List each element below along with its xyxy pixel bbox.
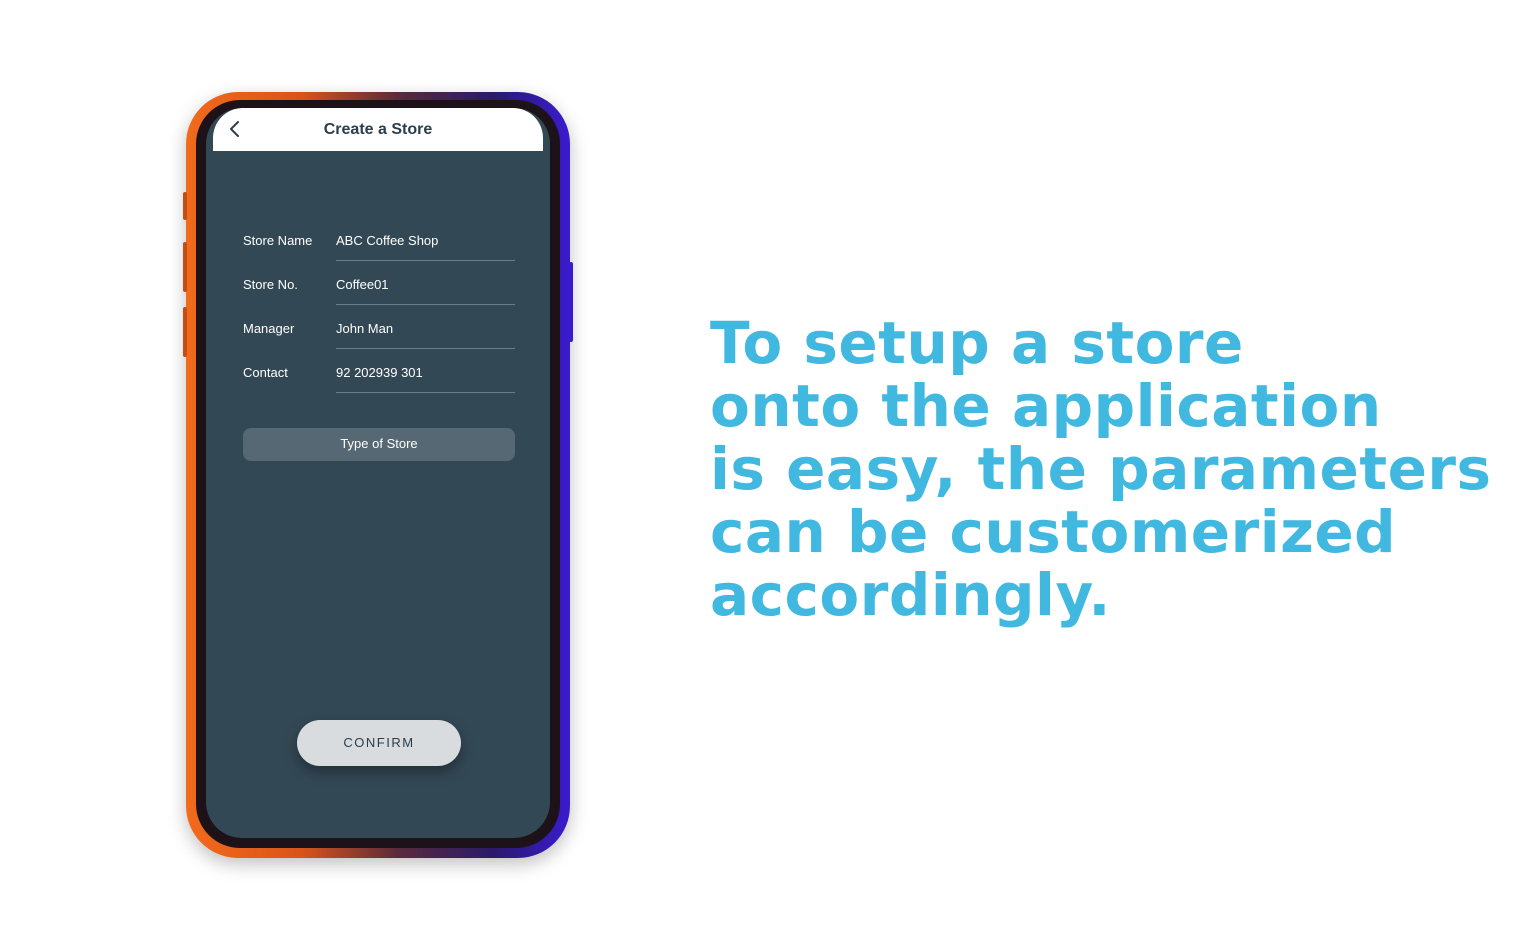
- headline-text: To setup a store onto the application is…: [710, 312, 1510, 627]
- headline-line: onto the application: [710, 372, 1382, 440]
- form-row-store-no: Store No. Coffee01: [243, 262, 515, 306]
- field-underline: [336, 392, 515, 393]
- phone-side-button: [183, 192, 187, 220]
- field-label: Store No.: [243, 277, 298, 292]
- field-label: Store Name: [243, 233, 313, 248]
- headline-line: is easy, the parameters: [710, 435, 1492, 503]
- store-no-field[interactable]: Coffee01: [336, 277, 389, 292]
- manager-field[interactable]: John Man: [336, 321, 393, 336]
- headline-line: To setup a store: [710, 309, 1244, 377]
- form-row-manager: Manager John Man: [243, 306, 515, 350]
- form-row-contact: Contact 92 202939 301: [243, 350, 515, 394]
- phone-side-button: [183, 307, 187, 357]
- store-name-field[interactable]: ABC Coffee Shop: [336, 233, 438, 248]
- confirm-button[interactable]: CONFIRM: [297, 720, 461, 766]
- phone-side-button: [183, 242, 187, 292]
- field-underline: [336, 348, 515, 349]
- phone-mockup: Create a Store Store Name ABC Coffee Sho…: [183, 92, 573, 858]
- field-label: Contact: [243, 365, 288, 380]
- field-label: Manager: [243, 321, 295, 336]
- headline-line: accordingly.: [710, 561, 1111, 629]
- screen-title: Create a Store: [323, 121, 433, 138]
- phone-power-button: [569, 262, 573, 342]
- form-row-store-name: Store Name ABC Coffee Shop: [243, 218, 515, 262]
- field-underline: [336, 260, 515, 261]
- store-form: Store Name ABC Coffee Shop Store No. Cof…: [243, 218, 515, 394]
- phone-screen: Create a Store Store Name ABC Coffee Sho…: [206, 108, 550, 838]
- stage: Create a Store Store Name ABC Coffee Sho…: [0, 0, 1520, 950]
- type-of-store-button[interactable]: Type of Store: [243, 428, 515, 461]
- contact-field[interactable]: 92 202939 301: [336, 365, 423, 380]
- field-underline: [336, 304, 515, 305]
- app-header: Create a Store: [213, 108, 543, 151]
- headline-line: can be customerized: [710, 498, 1397, 566]
